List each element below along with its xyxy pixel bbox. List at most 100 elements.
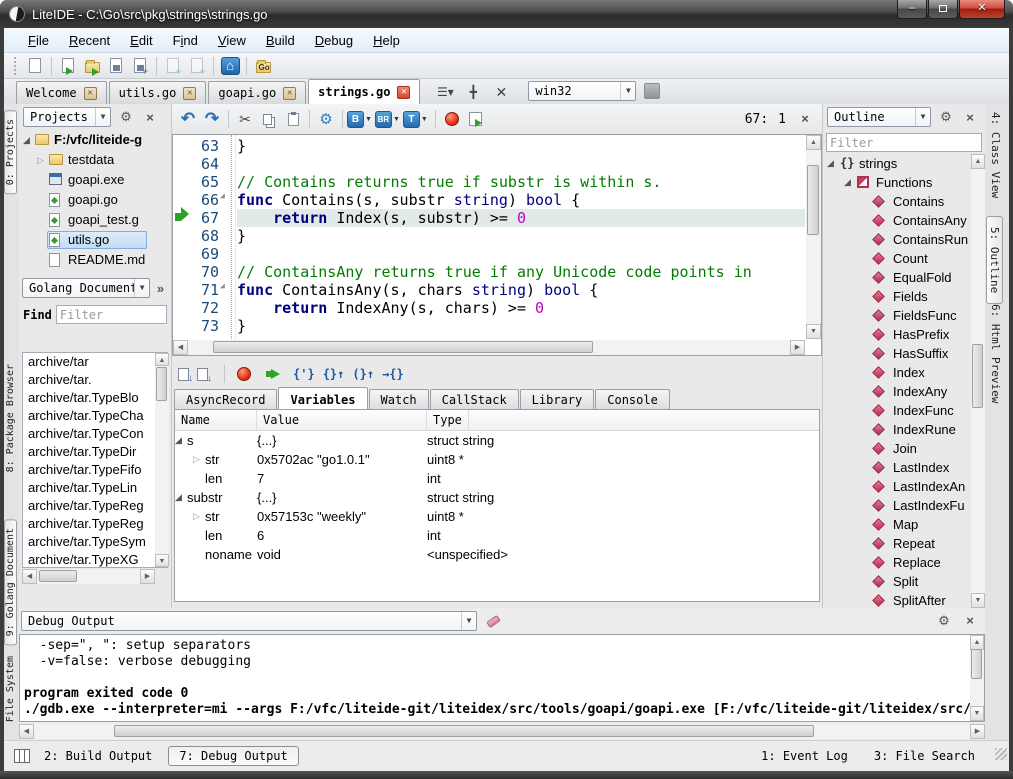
tab-list-icon[interactable]: ☰▾ bbox=[432, 81, 458, 103]
outline-item-replace[interactable]: Replace bbox=[823, 553, 971, 572]
godoc-list-item[interactable]: archive/tar. bbox=[23, 371, 167, 389]
outline-item-contains[interactable]: Contains bbox=[823, 192, 971, 211]
variable-row-substr[interactable]: ◢substr{...}struct string bbox=[175, 488, 819, 507]
home-icon[interactable]: ⌂ bbox=[218, 55, 242, 77]
outline-item-index[interactable]: Index bbox=[823, 363, 971, 382]
close-tab-icon[interactable]: ✕ bbox=[283, 87, 296, 100]
outline-item-equalfold[interactable]: EqualFold bbox=[823, 268, 971, 287]
go-docs-icon[interactable]: Go bbox=[251, 55, 275, 77]
dock-tab-6-html-preview[interactable]: 6: Html Preview bbox=[989, 304, 1002, 403]
build-b-button[interactable]: B bbox=[347, 111, 364, 128]
outline-filter-input[interactable] bbox=[826, 133, 982, 152]
outline-item-functions[interactable]: ◢Functions bbox=[823, 173, 971, 192]
code-line-66[interactable]: 66◢func Contains(s, substr string) bool … bbox=[173, 191, 805, 209]
stop-debug-icon[interactable] bbox=[237, 367, 251, 381]
godoc-list-item[interactable]: archive/tar.TypeDir bbox=[23, 443, 167, 461]
tab-utils-go[interactable]: utils.go✕ bbox=[109, 81, 207, 104]
paste-icon[interactable] bbox=[281, 108, 305, 130]
variable-row-noname[interactable]: nonamevoid<unspecified> bbox=[175, 545, 819, 564]
outline-item-lastindexfu[interactable]: LastIndexFu bbox=[823, 496, 971, 515]
close-tab-icon[interactable]: ✕ bbox=[183, 87, 196, 100]
dock-tab-file-system[interactable]: File System bbox=[5, 656, 16, 722]
outline-item-fields[interactable]: Fields bbox=[823, 287, 971, 306]
dock-tab-4-class-view[interactable]: 4: Class View bbox=[989, 112, 1002, 198]
godoc-list-item[interactable]: archive/tar.TypeSym bbox=[23, 533, 167, 551]
editor-hscrollbar[interactable]: ◀ ▶ bbox=[173, 340, 805, 355]
code-editor[interactable]: 63}6465// Contains returns true if subst… bbox=[172, 134, 822, 356]
outline-item-containsany[interactable]: ContainsAny bbox=[823, 211, 971, 230]
outline-item-hassuffix[interactable]: HasSuffix bbox=[823, 344, 971, 363]
open-folder-icon[interactable] bbox=[80, 55, 104, 77]
statusbar-2-build-output[interactable]: 2: Build Output bbox=[44, 749, 152, 763]
minimize-button[interactable]: – bbox=[897, 0, 927, 19]
outline-item-indexrune[interactable]: IndexRune bbox=[823, 420, 971, 439]
doc-edit-disabled-icon[interactable]: + bbox=[185, 55, 209, 77]
step-over-icon[interactable]: {}↑ bbox=[323, 367, 345, 381]
outline-item-map[interactable]: Map bbox=[823, 515, 971, 534]
doclist-hscrollbar[interactable]: ◀ ▶ bbox=[22, 569, 155, 584]
build-br-button[interactable]: BR bbox=[375, 111, 392, 128]
open-file-icon[interactable] bbox=[56, 55, 80, 77]
run-to-cursor-icon[interactable]: →{} bbox=[382, 367, 404, 381]
menu-view[interactable]: View bbox=[208, 30, 256, 51]
outline-item-strings[interactable]: ◢{}strings bbox=[823, 154, 971, 173]
code-line-63[interactable]: 63} bbox=[173, 137, 805, 155]
statusbar-1-event-log[interactable]: 1: Event Log bbox=[761, 749, 848, 763]
debug-tab-callstack[interactable]: CallStack bbox=[430, 389, 519, 409]
outline-item-split[interactable]: Split bbox=[823, 572, 971, 591]
tab-strings-go[interactable]: strings.go✕ bbox=[308, 79, 420, 104]
continue-debug-icon[interactable] bbox=[271, 369, 285, 379]
close-linecol-icon[interactable]: × bbox=[796, 112, 814, 127]
code-line-70[interactable]: 70// ContainsAny returns true if any Uni… bbox=[173, 263, 805, 281]
code-line-73[interactable]: 73} bbox=[173, 317, 805, 335]
collapsed-arrow-icon[interactable]: ▷ bbox=[193, 450, 200, 469]
env-select[interactable]: win32▼ bbox=[528, 81, 636, 101]
godoc-list-item[interactable]: archive/tar.TypeReg bbox=[23, 515, 167, 533]
debug-tab-asyncrecord[interactable]: AsyncRecord bbox=[174, 389, 277, 409]
doc-panel-select[interactable]: Golang Document▼ bbox=[22, 278, 150, 298]
doclist-vscrollbar[interactable]: ▲ ▼ bbox=[155, 353, 169, 567]
tree-item-goapi_test-g[interactable]: goapi_test.g bbox=[19, 210, 171, 230]
statusbar-3-file-search[interactable]: 3: File Search bbox=[874, 749, 975, 763]
clear-output-icon[interactable] bbox=[486, 614, 501, 627]
column-header-name[interactable]: Name bbox=[175, 410, 257, 430]
godoc-list-item[interactable]: archive/tar.TypeBlo bbox=[23, 389, 167, 407]
outline-item-indexfunc[interactable]: IndexFunc bbox=[823, 401, 971, 420]
tree-item-goapi-exe[interactable]: goapi.exe bbox=[19, 170, 171, 190]
close-editor-icon[interactable]: ✕ bbox=[488, 81, 514, 103]
fold-marker-icon[interactable]: ◢ bbox=[220, 281, 232, 290]
output-vscrollbar[interactable]: ▲ ▼ bbox=[970, 635, 984, 721]
code-line-65[interactable]: 65// Contains returns true if substr is … bbox=[173, 173, 805, 191]
panel-layout-icon[interactable] bbox=[14, 749, 30, 763]
outline-item-splitafter[interactable]: SplitAfter bbox=[823, 591, 971, 608]
redo-icon[interactable]: ↷ bbox=[200, 108, 224, 130]
debug-output-text[interactable]: -sep=", ": setup separators -v=false: ve… bbox=[19, 634, 985, 722]
doc-filter-input[interactable] bbox=[56, 305, 167, 324]
step-out-icon[interactable]: (}↑ bbox=[352, 367, 374, 381]
menu-edit[interactable]: Edit bbox=[120, 30, 162, 51]
build-config-icon[interactable]: ⚙ bbox=[314, 108, 338, 130]
variable-row-str[interactable]: ▷str0x5702ac "go1.0.1"uint8 * bbox=[175, 450, 819, 469]
panel-close-icon[interactable]: × bbox=[961, 110, 979, 125]
godoc-list-item[interactable]: archive/tar.TypeFifo bbox=[23, 461, 167, 479]
debug-tab-library[interactable]: Library bbox=[520, 389, 595, 409]
variable-row-len[interactable]: len7int bbox=[175, 469, 819, 488]
expanded-arrow-icon[interactable]: ◢ bbox=[827, 154, 834, 173]
panel-close-icon[interactable]: × bbox=[141, 110, 159, 125]
stop-build-icon[interactable] bbox=[440, 108, 464, 130]
copy-icon[interactable] bbox=[257, 108, 281, 130]
close-tab-icon[interactable]: ✕ bbox=[397, 86, 410, 99]
undo-icon[interactable]: ↶ bbox=[176, 108, 200, 130]
code-line-71[interactable]: 71◢func ContainsAny(s, chars string) boo… bbox=[173, 281, 805, 299]
collapsed-arrow-icon[interactable]: ▷ bbox=[193, 507, 200, 526]
outline-item-fieldsfunc[interactable]: FieldsFunc bbox=[823, 306, 971, 325]
dock-tab-8-package-browser[interactable]: 8: Package Browser bbox=[5, 364, 16, 472]
outline-item-containsrun[interactable]: ContainsRun bbox=[823, 230, 971, 249]
panel-menu-gear-icon[interactable]: ⚙ bbox=[937, 109, 955, 125]
tree-item-utils-go[interactable]: utils.go bbox=[19, 230, 171, 250]
run-file-icon[interactable] bbox=[464, 108, 488, 130]
save-all-icon[interactable]: + bbox=[128, 55, 152, 77]
variable-row-str[interactable]: ▷str0x57153c "weekly"uint8 * bbox=[175, 507, 819, 526]
column-header-type[interactable]: Type bbox=[427, 410, 469, 430]
expanded-arrow-icon[interactable]: ◢ bbox=[175, 431, 182, 450]
